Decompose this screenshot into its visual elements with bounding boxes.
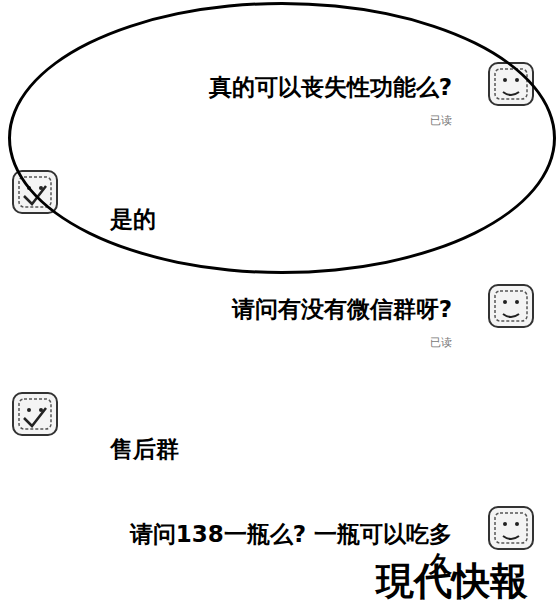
avatar-icon[interactable] [486,282,536,330]
message-line: 真的可以丧失性功能么? [127,60,536,108]
message-text: 请问有没有微信群呀? [127,294,452,324]
read-receipt: 已读 [430,114,452,128]
chat-screen: 真的可以丧失性功能么?已读是的请问有没有微信群呀?已读售后群请问138一瓶么? … [0,0,560,612]
message-text: 售后群 [110,434,179,464]
read-receipt: 已读 [430,336,452,350]
message-line: 请问有没有微信群呀? [127,282,536,330]
watermark: 現代快報 [376,558,528,604]
message-row: 售后群 [0,390,560,464]
avatar-icon[interactable] [486,504,536,552]
message-list: 真的可以丧失性功能么?已读是的请问有没有微信群呀?已读售后群请问138一瓶么? … [0,0,560,579]
avatar-icon[interactable] [486,60,536,108]
message-row: 真的可以丧失性功能么? 已读 [0,60,560,128]
message-row: 是的 [0,168,560,234]
avatar-icon[interactable] [10,390,60,438]
message-text: 是的 [110,204,156,234]
avatar-icon[interactable] [10,168,60,216]
message-text: 真的可以丧失性功能么? [127,72,452,102]
message-row: 请问有没有微信群呀? 已读 [0,282,560,350]
highlight-ellipse [8,2,556,274]
